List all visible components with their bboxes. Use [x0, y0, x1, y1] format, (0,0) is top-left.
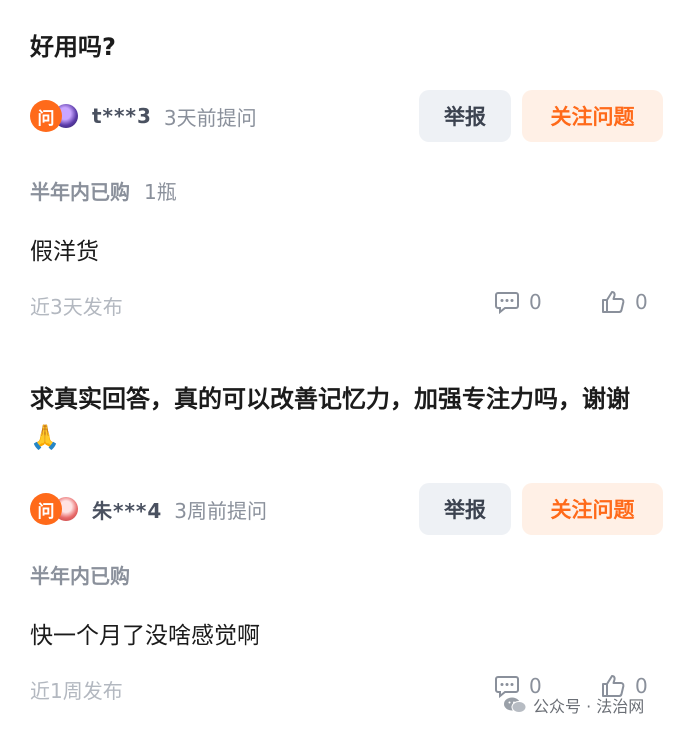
purchase-quantity: 1瓶 [144, 180, 177, 204]
asker-info: 问 t***3 3天前提问 [30, 96, 257, 136]
like-count-value: 0 [635, 290, 648, 314]
question-title[interactable]: 好用吗? [30, 28, 633, 66]
ask-badge: 问 [30, 100, 62, 132]
asked-time: 3天前提问 [163, 105, 257, 130]
post-time: 近1周发布 [30, 679, 123, 703]
report-button[interactable]: 举报 [419, 90, 511, 142]
asked-time: 3周前提问 [174, 498, 268, 523]
report-button[interactable]: 举报 [419, 483, 511, 535]
thumbs-up-icon [600, 289, 626, 315]
follow-question-button[interactable]: 关注问题 [522, 90, 663, 142]
purchase-label: 半年内已购 [30, 564, 130, 588]
purchase-label: 半年内已购 [30, 180, 130, 204]
comment-count[interactable]: 0 [494, 289, 542, 315]
username[interactable]: 朱***4 [92, 495, 162, 524]
question-title[interactable]: 求真实回答，真的可以改善记忆力，加强专注力吗，谢谢🙏 [30, 380, 630, 456]
username[interactable]: t***3 [92, 104, 152, 128]
wechat-icon [503, 696, 527, 714]
purchase-info: 半年内已购 [30, 560, 130, 589]
watermark: 公众号 · 法治网 [503, 693, 644, 717]
asker-info: 问 朱***4 3周前提问 [30, 489, 267, 529]
post-time: 近3天发布 [30, 295, 123, 319]
purchase-info: 半年内已购 1瓶 [30, 176, 177, 205]
answer-text[interactable]: 假洋货 [30, 232, 99, 266]
comment-icon [494, 289, 520, 315]
like-count[interactable]: 0 [600, 289, 648, 315]
follow-question-button[interactable]: 关注问题 [522, 483, 663, 535]
answer-text[interactable]: 快一个月了没啥感觉啊 [30, 616, 260, 650]
ask-badge: 问 [30, 493, 62, 525]
comment-count-value: 0 [529, 290, 542, 314]
watermark-text: 公众号 · 法治网 [533, 697, 645, 716]
